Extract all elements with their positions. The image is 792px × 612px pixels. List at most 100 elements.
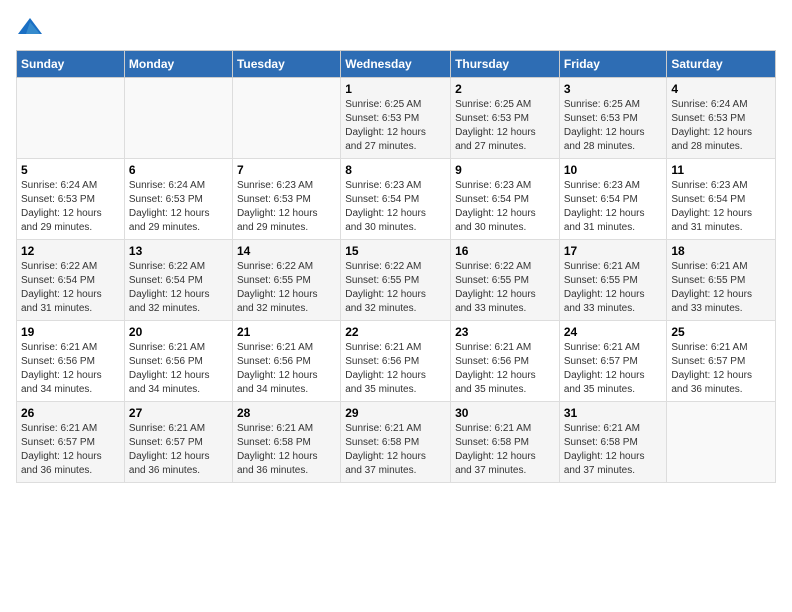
calendar-cell: 30 Sunrise: 6:21 AM Sunset: 6:58 PM Dayli… <box>451 402 560 483</box>
day-info: Sunrise: 6:21 AM Sunset: 6:58 PM Dayligh… <box>237 422 336 478</box>
calendar-week-row: 5 Sunrise: 6:24 AM Sunset: 6:53 PM Daylig… <box>17 159 776 240</box>
day-number: 14 <box>237 244 336 258</box>
day-number: 12 <box>21 244 120 258</box>
day-number: 22 <box>345 325 446 339</box>
day-info: Sunrise: 6:25 AM Sunset: 6:53 PM Dayligh… <box>345 98 446 154</box>
day-info: Sunrise: 6:25 AM Sunset: 6:53 PM Dayligh… <box>455 98 555 154</box>
day-of-week-header: Saturday <box>667 51 776 78</box>
day-info: Sunrise: 6:21 AM Sunset: 6:58 PM Dayligh… <box>455 422 555 478</box>
day-info: Sunrise: 6:24 AM Sunset: 6:53 PM Dayligh… <box>671 98 771 154</box>
day-info: Sunrise: 6:23 AM Sunset: 6:54 PM Dayligh… <box>671 179 771 235</box>
calendar-week-row: 19 Sunrise: 6:21 AM Sunset: 6:56 PM Dayli… <box>17 321 776 402</box>
day-number: 13 <box>129 244 228 258</box>
day-number: 17 <box>564 244 663 258</box>
calendar-cell <box>667 402 776 483</box>
day-of-week-header: Tuesday <box>232 51 340 78</box>
day-info: Sunrise: 6:24 AM Sunset: 6:53 PM Dayligh… <box>21 179 120 235</box>
calendar-cell <box>17 78 125 159</box>
day-number: 23 <box>455 325 555 339</box>
day-number: 15 <box>345 244 446 258</box>
day-info: Sunrise: 6:22 AM Sunset: 6:55 PM Dayligh… <box>345 260 446 316</box>
calendar-cell: 14 Sunrise: 6:22 AM Sunset: 6:55 PM Dayli… <box>232 240 340 321</box>
day-number: 3 <box>564 82 663 96</box>
calendar-cell: 3 Sunrise: 6:25 AM Sunset: 6:53 PM Daylig… <box>559 78 667 159</box>
calendar-cell: 21 Sunrise: 6:21 AM Sunset: 6:56 PM Dayli… <box>232 321 340 402</box>
day-info: Sunrise: 6:21 AM Sunset: 6:56 PM Dayligh… <box>237 341 336 397</box>
calendar-cell: 6Sunrise: 6:24 AM Sunset: 6:53 PM Daylig… <box>124 159 232 240</box>
day-info: Sunrise: 6:22 AM Sunset: 6:54 PM Dayligh… <box>21 260 120 316</box>
day-of-week-header: Friday <box>559 51 667 78</box>
calendar-cell: 31 Sunrise: 6:21 AM Sunset: 6:58 PM Dayli… <box>559 402 667 483</box>
day-info: Sunrise: 6:24 AM Sunset: 6:53 PM Dayligh… <box>129 179 228 235</box>
day-info: Sunrise: 6:22 AM Sunset: 6:55 PM Dayligh… <box>455 260 555 316</box>
day-info: Sunrise: 6:21 AM Sunset: 6:58 PM Dayligh… <box>345 422 446 478</box>
day-info: Sunrise: 6:22 AM Sunset: 6:54 PM Dayligh… <box>129 260 228 316</box>
day-info: Sunrise: 6:21 AM Sunset: 6:55 PM Dayligh… <box>671 260 771 316</box>
calendar-cell: 29 Sunrise: 6:21 AM Sunset: 6:58 PM Dayli… <box>341 402 451 483</box>
calendar-cell: 11 Sunrise: 6:23 AM Sunset: 6:54 PM Dayli… <box>667 159 776 240</box>
day-number: 30 <box>455 406 555 420</box>
day-of-week-header: Wednesday <box>341 51 451 78</box>
day-info: Sunrise: 6:21 AM Sunset: 6:55 PM Dayligh… <box>564 260 663 316</box>
day-info: Sunrise: 6:21 AM Sunset: 6:56 PM Dayligh… <box>345 341 446 397</box>
calendar-cell: 4 Sunrise: 6:24 AM Sunset: 6:53 PM Daylig… <box>667 78 776 159</box>
calendar-cell: 28 Sunrise: 6:21 AM Sunset: 6:58 PM Dayli… <box>232 402 340 483</box>
page-header <box>16 16 776 38</box>
day-number: 11 <box>671 163 771 177</box>
calendar-cell <box>124 78 232 159</box>
day-info: Sunrise: 6:23 AM Sunset: 6:54 PM Dayligh… <box>564 179 663 235</box>
day-info: Sunrise: 6:21 AM Sunset: 6:56 PM Dayligh… <box>129 341 228 397</box>
day-info: Sunrise: 6:21 AM Sunset: 6:56 PM Dayligh… <box>455 341 555 397</box>
day-info: Sunrise: 6:21 AM Sunset: 6:56 PM Dayligh… <box>21 341 120 397</box>
calendar-cell: 10Sunrise: 6:23 AM Sunset: 6:54 PM Dayli… <box>559 159 667 240</box>
calendar-table: SundayMondayTuesdayWednesdayThursdayFrid… <box>16 50 776 483</box>
day-number: 2 <box>455 82 555 96</box>
calendar-cell <box>232 78 340 159</box>
day-number: 8 <box>345 163 446 177</box>
day-info: Sunrise: 6:21 AM Sunset: 6:58 PM Dayligh… <box>564 422 663 478</box>
day-info: Sunrise: 6:22 AM Sunset: 6:55 PM Dayligh… <box>237 260 336 316</box>
calendar-cell: 27 Sunrise: 6:21 AM Sunset: 6:57 PM Dayli… <box>124 402 232 483</box>
day-number: 9 <box>455 163 555 177</box>
calendar-cell: 18 Sunrise: 6:21 AM Sunset: 6:55 PM Dayli… <box>667 240 776 321</box>
calendar-cell: 25 Sunrise: 6:21 AM Sunset: 6:57 PM Dayli… <box>667 321 776 402</box>
day-info: Sunrise: 6:21 AM Sunset: 6:57 PM Dayligh… <box>129 422 228 478</box>
logo <box>16 16 48 38</box>
logo-icon <box>16 16 44 38</box>
day-info: Sunrise: 6:23 AM Sunset: 6:54 PM Dayligh… <box>455 179 555 235</box>
calendar-cell: 2 Sunrise: 6:25 AM Sunset: 6:53 PM Daylig… <box>451 78 560 159</box>
day-number: 20 <box>129 325 228 339</box>
calendar-week-row: 1 Sunrise: 6:25 AM Sunset: 6:53 PM Daylig… <box>17 78 776 159</box>
calendar-cell: 13 Sunrise: 6:22 AM Sunset: 6:54 PM Dayli… <box>124 240 232 321</box>
calendar-cell: 17 Sunrise: 6:21 AM Sunset: 6:55 PM Dayli… <box>559 240 667 321</box>
day-number: 18 <box>671 244 771 258</box>
calendar-cell: 22 Sunrise: 6:21 AM Sunset: 6:56 PM Dayli… <box>341 321 451 402</box>
calendar-cell: 12 Sunrise: 6:22 AM Sunset: 6:54 PM Dayli… <box>17 240 125 321</box>
calendar-cell: 7Sunrise: 6:23 AM Sunset: 6:53 PM Daylig… <box>232 159 340 240</box>
day-info: Sunrise: 6:21 AM Sunset: 6:57 PM Dayligh… <box>21 422 120 478</box>
day-number: 19 <box>21 325 120 339</box>
day-info: Sunrise: 6:23 AM Sunset: 6:54 PM Dayligh… <box>345 179 446 235</box>
calendar-cell: 16Sunrise: 6:22 AM Sunset: 6:55 PM Dayli… <box>451 240 560 321</box>
day-number: 25 <box>671 325 771 339</box>
day-number: 31 <box>564 406 663 420</box>
calendar-cell: 15 Sunrise: 6:22 AM Sunset: 6:55 PM Dayli… <box>341 240 451 321</box>
day-number: 26 <box>21 406 120 420</box>
day-number: 4 <box>671 82 771 96</box>
day-number: 28 <box>237 406 336 420</box>
day-info: Sunrise: 6:21 AM Sunset: 6:57 PM Dayligh… <box>671 341 771 397</box>
day-number: 29 <box>345 406 446 420</box>
day-number: 7 <box>237 163 336 177</box>
day-info: Sunrise: 6:21 AM Sunset: 6:57 PM Dayligh… <box>564 341 663 397</box>
day-number: 27 <box>129 406 228 420</box>
day-number: 21 <box>237 325 336 339</box>
calendar-cell: 26 Sunrise: 6:21 AM Sunset: 6:57 PM Dayli… <box>17 402 125 483</box>
calendar-cell: 9 Sunrise: 6:23 AM Sunset: 6:54 PM Daylig… <box>451 159 560 240</box>
day-number: 5 <box>21 163 120 177</box>
calendar-cell: 20 Sunrise: 6:21 AM Sunset: 6:56 PM Dayli… <box>124 321 232 402</box>
day-info: Sunrise: 6:25 AM Sunset: 6:53 PM Dayligh… <box>564 98 663 154</box>
calendar-cell: 1 Sunrise: 6:25 AM Sunset: 6:53 PM Daylig… <box>341 78 451 159</box>
calendar-cell: 23 Sunrise: 6:21 AM Sunset: 6:56 PM Dayli… <box>451 321 560 402</box>
day-of-week-header: Monday <box>124 51 232 78</box>
day-number: 1 <box>345 82 446 96</box>
